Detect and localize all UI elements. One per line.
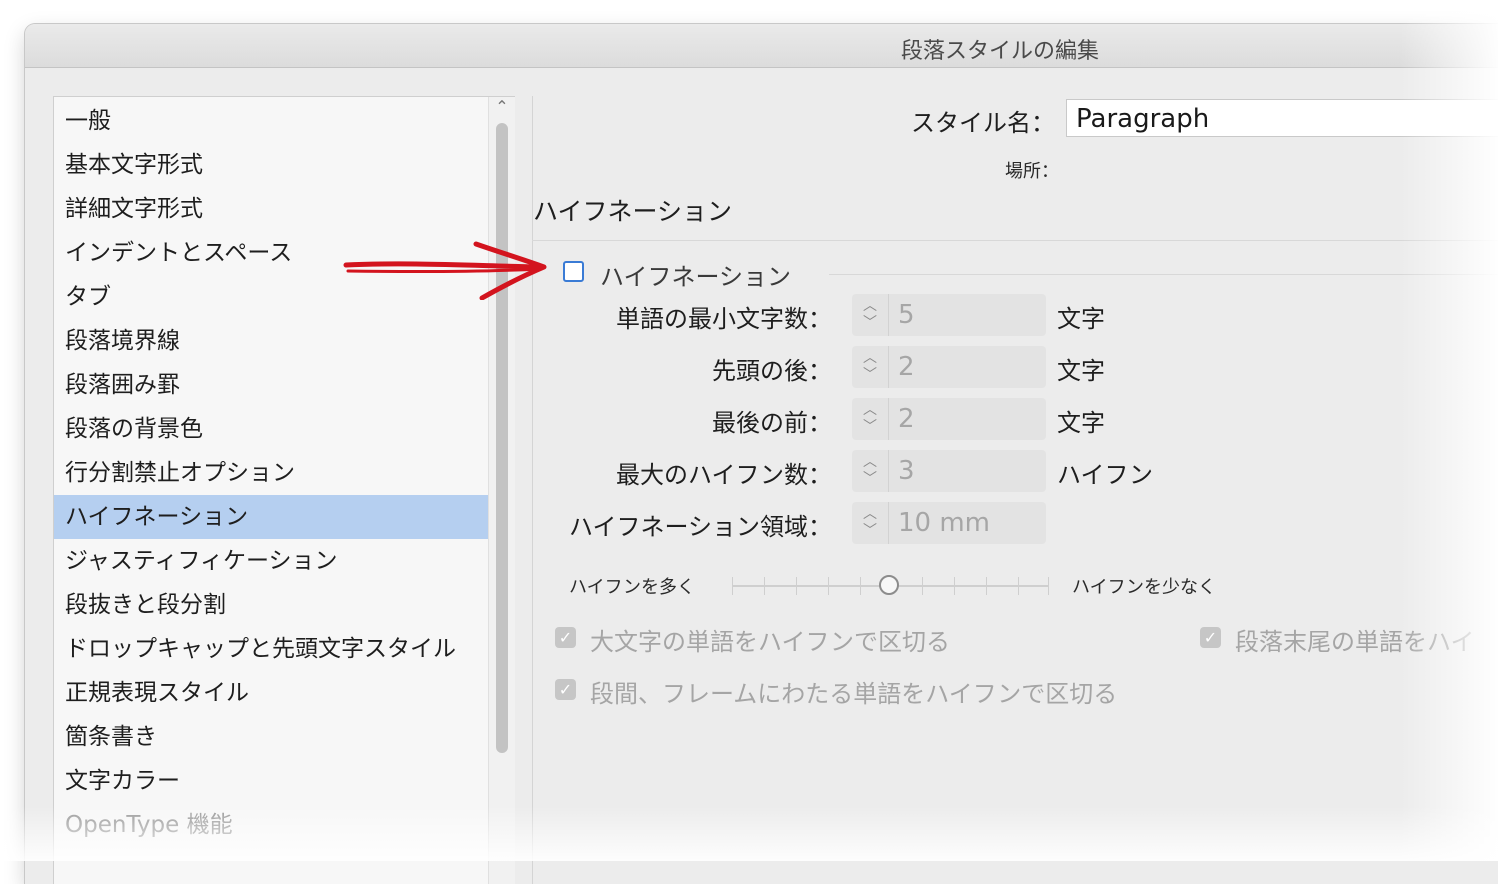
- category-item-paragraph-shading[interactable]: 段落の背景色: [54, 407, 488, 451]
- last-word-label[interactable]: 段落末尾の単語をハイ: [1235, 622, 1475, 657]
- chevron-up-icon[interactable]: ︿: [863, 351, 877, 365]
- slider-tick: [922, 577, 923, 595]
- category-item-character-color[interactable]: 文字カラー: [54, 759, 488, 803]
- category-item-keep-options[interactable]: 行分割禁止オプション: [54, 451, 488, 495]
- chevron-up-icon[interactable]: ︿: [863, 507, 877, 521]
- chevron-up-icon[interactable]: ︿: [863, 403, 877, 417]
- slider-tick: [764, 577, 765, 595]
- scroll-thumb[interactable]: [496, 123, 508, 753]
- hyphen-limit-label: 最大のハイフン数：: [616, 461, 832, 489]
- hyphenation-checkbox-label[interactable]: ハイフネーション: [600, 257, 791, 292]
- unit-label: 文字: [1057, 409, 1105, 437]
- category-item-hyphenation[interactable]: ハイフネーション: [54, 495, 488, 539]
- unit-label: 文字: [1057, 357, 1105, 385]
- hyphenation-zone-stepper[interactable]: ︿ ﹀ 10 mm: [852, 502, 1046, 544]
- stepper-arrows[interactable]: ︿ ﹀: [852, 398, 889, 440]
- unit-label: 文字: [1057, 305, 1105, 333]
- across-column-checkbox[interactable]: ✓: [555, 679, 576, 700]
- chevron-down-icon[interactable]: ﹀: [863, 316, 877, 330]
- category-item-span-columns[interactable]: 段抜きと段分割: [54, 583, 488, 627]
- stepper-arrows[interactable]: ︿ ﹀: [852, 502, 889, 544]
- capitalized-words-label[interactable]: 大文字の単語をハイフンで区切る: [590, 622, 950, 657]
- chevron-down-icon[interactable]: ﹀: [863, 368, 877, 382]
- stepper-arrows[interactable]: ︿ ﹀: [852, 450, 889, 492]
- stepper-value[interactable]: 10 mm: [898, 502, 990, 544]
- list-scrollbar[interactable]: ⌃: [488, 97, 515, 884]
- before-last-stepper[interactable]: ︿ ﹀ 2: [852, 398, 1046, 440]
- window-title: 段落スタイルの編集: [901, 39, 1100, 64]
- style-name-input[interactable]: Paragraph: [1066, 99, 1498, 137]
- stepper-value[interactable]: 2: [898, 398, 915, 440]
- section-divider: [532, 240, 1498, 241]
- hyphenation-slider-knob[interactable]: [879, 575, 899, 595]
- dialog-window: 段落スタイルの編集 一般 基本文字形式 詳細文字形式 インデントとスペース タブ…: [25, 24, 1498, 884]
- hyphen-limit-stepper[interactable]: ︿ ﹀ 3: [852, 450, 1046, 492]
- before-last-label: 最後の前：: [712, 409, 832, 437]
- category-item-basic-character[interactable]: 基本文字形式: [54, 143, 488, 187]
- stepper-value[interactable]: 2: [898, 346, 915, 388]
- last-word-checkbox[interactable]: ✓: [1200, 627, 1221, 648]
- stepper-arrows[interactable]: ︿ ﹀: [852, 294, 889, 336]
- hyphenation-zone-label: ハイフネーション領域：: [568, 513, 832, 541]
- capitalized-words-checkbox[interactable]: ✓: [555, 627, 576, 648]
- min-word-length-stepper[interactable]: ︿ ﹀ 5: [852, 294, 1046, 336]
- stepper-value[interactable]: 5: [898, 294, 915, 336]
- annotation-arrow-icon: [343, 241, 547, 300]
- chevron-up-icon[interactable]: ⌃: [495, 99, 509, 115]
- chevron-down-icon[interactable]: ﹀: [863, 420, 877, 434]
- chevron-down-icon[interactable]: ﹀: [863, 472, 877, 486]
- slider-tick: [986, 577, 987, 595]
- unit-label: ハイフン: [1057, 461, 1153, 489]
- across-column-label[interactable]: 段間、フレームにわたる単語をハイフンで区切る: [590, 674, 1117, 709]
- slider-right-label: ハイフンを少なく: [1072, 577, 1216, 598]
- style-name-label: スタイル名：: [911, 109, 1055, 137]
- category-item-general[interactable]: 一般: [54, 99, 488, 143]
- section-title: ハイフネーション: [533, 197, 733, 226]
- slider-tick: [828, 577, 829, 595]
- chevron-up-icon[interactable]: ︿: [863, 455, 877, 469]
- category-item-paragraph-border[interactable]: 段落囲み罫: [54, 363, 488, 407]
- slider-tick: [732, 577, 733, 595]
- location-label: 場所：: [1005, 161, 1059, 182]
- slider-left-label: ハイフンを多く: [569, 577, 695, 598]
- category-item-paragraph-rules[interactable]: 段落境界線: [54, 319, 488, 363]
- hyphenation-checkbox[interactable]: [563, 261, 584, 282]
- title-bar[interactable]: 段落スタイルの編集: [25, 24, 1498, 68]
- after-first-label: 先頭の後：: [712, 357, 832, 385]
- after-first-stepper[interactable]: ︿ ﹀ 2: [852, 346, 1046, 388]
- category-item-grep-styles[interactable]: 正規表現スタイル: [54, 671, 488, 715]
- slider-tick: [1018, 577, 1019, 595]
- stepper-arrows[interactable]: ︿ ﹀: [852, 346, 889, 388]
- stepper-value[interactable]: 3: [898, 450, 915, 492]
- category-item-justification[interactable]: ジャスティフィケーション: [54, 539, 488, 583]
- category-item-bullets[interactable]: 箇条書き: [54, 715, 488, 759]
- slider-tick: [796, 577, 797, 595]
- category-item-opentype[interactable]: OpenType 機能: [54, 803, 488, 847]
- group-divider: [829, 274, 1498, 275]
- category-list: 一般 基本文字形式 詳細文字形式 インデントとスペース タブ 段落境界線 段落囲…: [53, 96, 515, 884]
- min-word-length-label: 単語の最小文字数：: [616, 305, 832, 333]
- chevron-down-icon[interactable]: ﹀: [863, 524, 877, 538]
- slider-tick: [860, 577, 861, 595]
- slider-tick: [954, 577, 955, 595]
- chevron-up-icon[interactable]: ︿: [863, 299, 877, 313]
- category-item-drop-caps[interactable]: ドロップキャップと先頭文字スタイル: [54, 627, 488, 671]
- slider-tick: [1048, 577, 1049, 595]
